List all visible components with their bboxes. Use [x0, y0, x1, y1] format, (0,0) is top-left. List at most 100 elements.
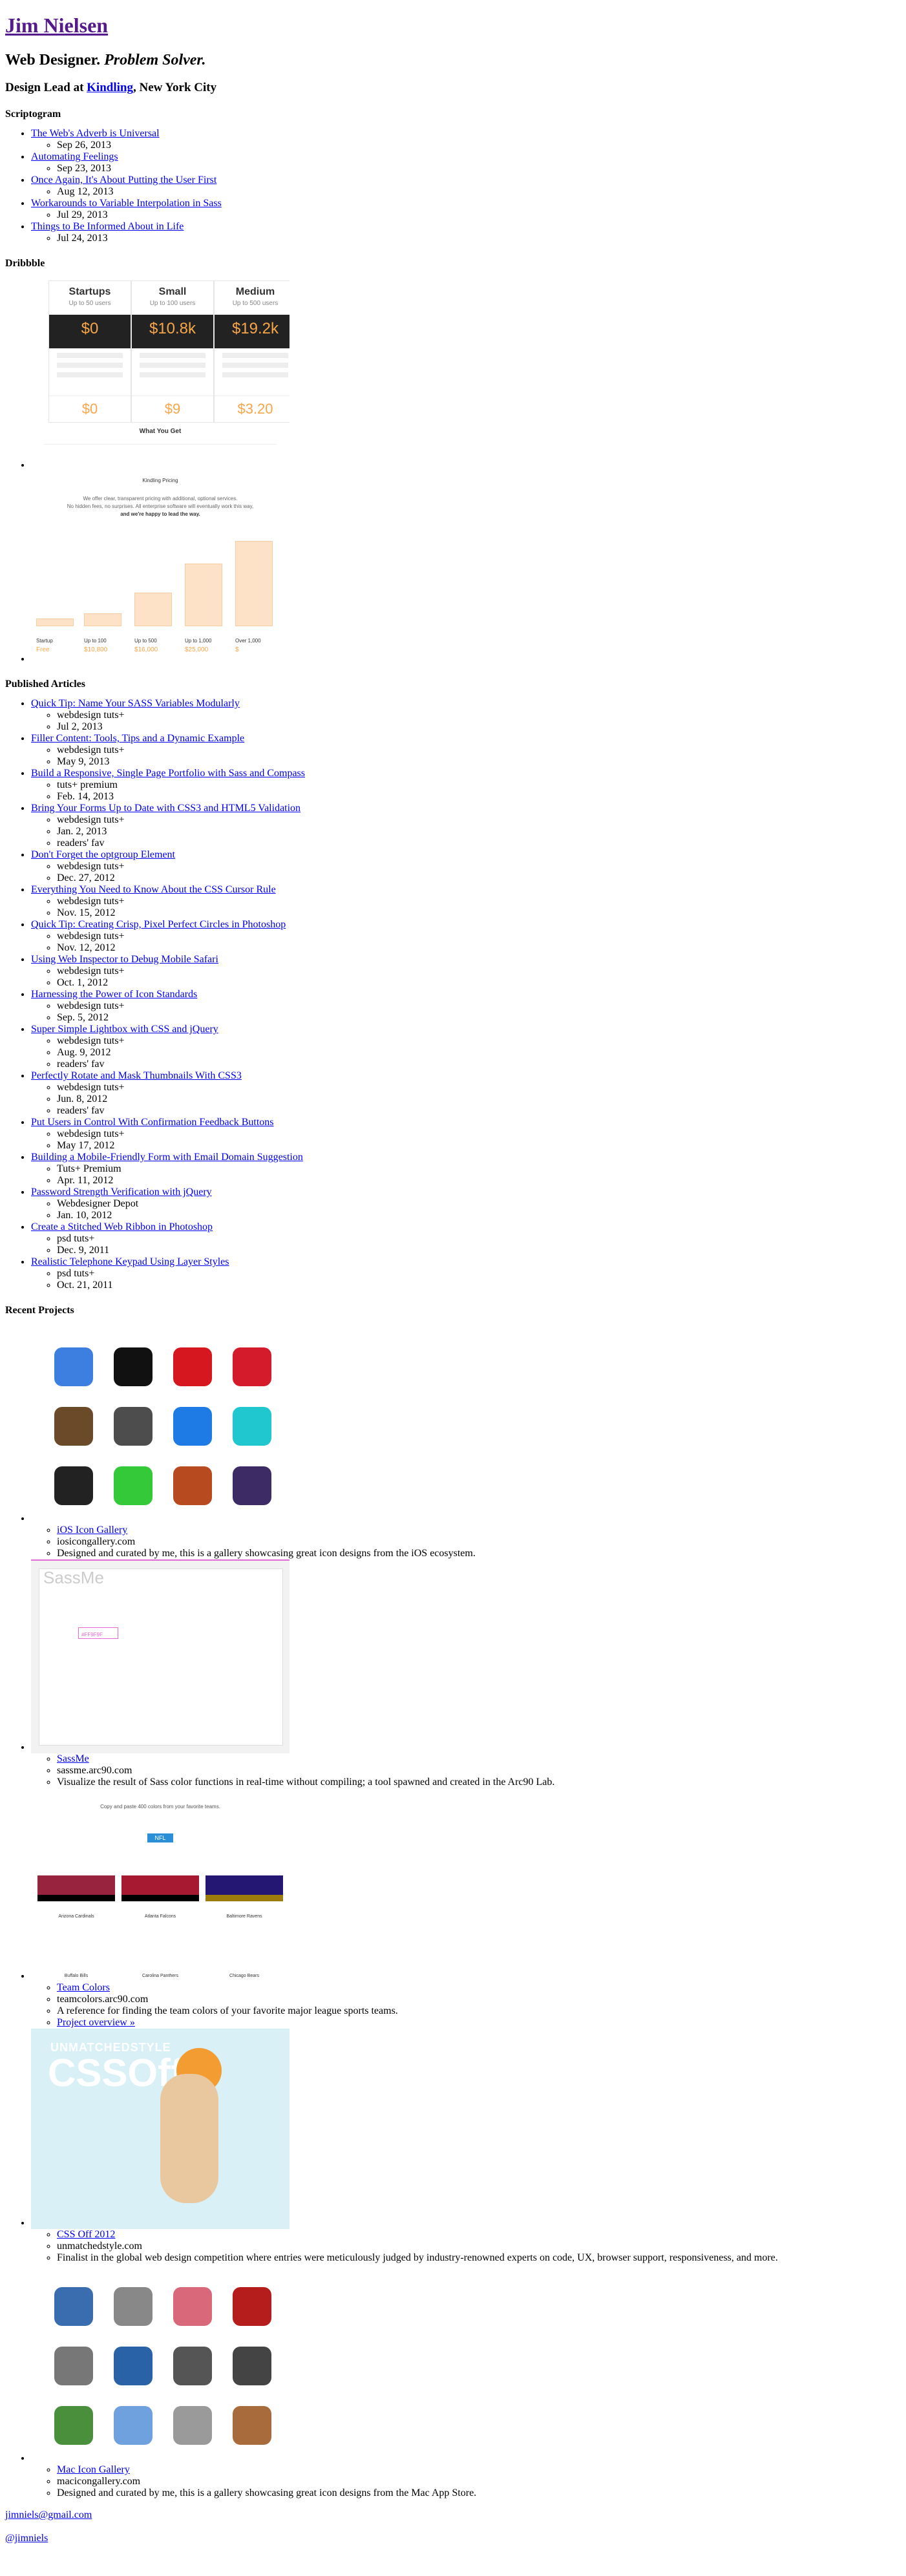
project-title-link[interactable]: iOS Icon Gallery	[57, 1525, 127, 1536]
article-meta: psd tuts+	[57, 1233, 891, 1245]
article-meta: Nov. 15, 2012	[57, 907, 891, 919]
site-title-link[interactable]: Jim Nielsen	[5, 14, 108, 37]
email-link[interactable]: jimniels@gmail.com	[5, 2509, 92, 2520]
app-icon	[173, 2347, 212, 2385]
project-image-link[interactable]: Copy and paste 400 colors from your favo…	[31, 1788, 290, 1982]
article-meta: readers' fav	[57, 1059, 891, 1070]
sassme-screenshot: SassMe #FF9F9F	[31, 1559, 290, 1753]
bar-price: $16,000	[134, 646, 158, 653]
article-title-link[interactable]: Realistic Telephone Keypad Using Layer S…	[31, 1256, 229, 1267]
project-item: Mac Icon Gallery macicongallery.com Desi…	[31, 2264, 891, 2499]
article-meta: Oct. 21, 2011	[57, 1280, 891, 1291]
project-title-link[interactable]: CSS Off 2012	[57, 2229, 115, 2240]
project-meta: CSS Off 2012 unmatchedstyle.com Finalist…	[31, 2229, 891, 2264]
dribbble-shot-bars: Kindling Pricing We offer clear, transpa…	[31, 471, 290, 665]
price-bar	[185, 564, 222, 626]
article-meta: webdesign tuts+	[57, 744, 891, 756]
project-item: UNMATCHEDSTYLE CSSOff CSS Off 2012 unmat…	[31, 2029, 891, 2264]
post-title-link[interactable]: Automating Feelings	[31, 151, 118, 162]
app-icon	[173, 1407, 212, 1446]
article-meta: Dec. 27, 2012	[57, 872, 891, 884]
project-meta: Mac Icon Gallery macicongallery.com Desi…	[31, 2464, 891, 2499]
projects-list: iOS Icon Gallery iosicongallery.com Desi…	[5, 1324, 891, 2499]
article-item: Quick Tip: Creating Crisp, Pixel Perfect…	[31, 919, 891, 954]
project-image-link[interactable]: SassMe #FF9F9F	[31, 1559, 290, 1753]
article-meta: Apr. 11, 2012	[57, 1175, 891, 1187]
pricing-column: Medium Up to 500 users $19.2k $3.20	[214, 280, 290, 423]
league-button: NFL	[147, 1833, 173, 1842]
article-title-link[interactable]: Quick Tip: Name Your SASS Variables Modu…	[31, 698, 240, 709]
twitter-link[interactable]: @jimniels	[5, 2533, 48, 2544]
project-image-link[interactable]: UNMATCHEDSTYLE CSSOff	[31, 2029, 290, 2229]
app-icon	[114, 2406, 153, 2445]
article-item: Quick Tip: Name Your SASS Variables Modu…	[31, 698, 891, 733]
company-link[interactable]: Kindling	[87, 81, 133, 94]
article-meta: psd tuts+	[57, 1268, 891, 1280]
article-title-link[interactable]: Perfectly Rotate and Mask Thumbnails Wit…	[31, 1070, 242, 1081]
site-title: Jim Nielsen	[5, 14, 891, 37]
dribbble-shot-link[interactable]: Startups Up to 50 users $0 $0 Small Up t…	[31, 277, 290, 471]
shot-title: Kindling Pricing	[142, 478, 178, 483]
post-title-link[interactable]: The Web's Adverb is Universal	[31, 128, 160, 139]
project-image-link[interactable]	[31, 2264, 290, 2464]
project-meta: Team Colors teamcolors.arc90.com A refer…	[31, 1982, 891, 2029]
post-date: Jul 29, 2013	[57, 209, 891, 221]
price-bar	[134, 593, 172, 626]
app-icon	[173, 1466, 212, 1505]
app-icon	[233, 1347, 271, 1386]
article-item: Bring Your Forms Up to Date with CSS3 an…	[31, 803, 891, 849]
post-title-link[interactable]: Workarounds to Variable Interpolation in…	[31, 198, 222, 209]
article-title-link[interactable]: Filler Content: Tools, Tips and a Dynami…	[31, 733, 244, 744]
sassme-color-input: #FF9F9F	[78, 1627, 118, 1639]
dribbble-shot-link[interactable]: Kindling Pricing We offer clear, transpa…	[31, 471, 290, 665]
article-meta: webdesign tuts+	[57, 814, 891, 826]
article-title-link[interactable]: Everything You Need to Know About the CS…	[31, 884, 276, 895]
article-title-link[interactable]: Don't Forget the optgroup Element	[31, 849, 175, 860]
article-meta: webdesign tuts+	[57, 861, 891, 872]
pricing-column-price: $19.2k	[215, 315, 290, 348]
post-date: Sep 23, 2013	[57, 163, 891, 174]
article-title-link[interactable]: Put Users in Control With Confirmation F…	[31, 1117, 273, 1128]
dribbble-heading: Dribbble	[5, 258, 45, 269]
icon-grid	[44, 2277, 283, 2455]
project-image-link[interactable]	[31, 1324, 290, 1525]
app-icon	[114, 1347, 153, 1386]
article-title-link[interactable]: Quick Tip: Creating Crisp, Pixel Perfect…	[31, 919, 286, 930]
project-title-link[interactable]: Mac Icon Gallery	[57, 2464, 130, 2475]
bar-price: $	[235, 646, 239, 653]
article-meta: Webdesigner Depot	[57, 1198, 891, 1210]
project-title-link[interactable]: SassMe	[57, 1753, 89, 1764]
scriptogram-post: Things to Be Informed About in LifeJul 2…	[31, 221, 891, 244]
article-title-link[interactable]: Password Strength Verification with jQue…	[31, 1187, 212, 1198]
team-card	[37, 1850, 115, 1901]
price-bar	[36, 618, 74, 626]
project-site: iosicongallery.com	[57, 1536, 891, 1548]
project-site: sassme.arc90.com	[57, 1765, 891, 1777]
app-icon	[54, 2406, 93, 2445]
article-title-link[interactable]: Building a Mobile-Friendly Form with Ema…	[31, 1152, 303, 1163]
team-name: Chicago Bears	[229, 1974, 259, 1978]
article-meta: webdesign tuts+	[57, 710, 891, 721]
article-title-link[interactable]: Build a Responsive, Single Page Portfoli…	[31, 768, 305, 779]
post-title-link[interactable]: Once Again, It's About Putting the User …	[31, 174, 216, 185]
project-title-link[interactable]: Team Colors	[57, 1982, 110, 1993]
project-desc: A reference for finding the team colors …	[57, 2005, 891, 2017]
page: Jim Nielsen Web Designer. Problem Solver…	[0, 0, 896, 2544]
pricing-column: Startups Up to 50 users $0 $0	[48, 280, 131, 423]
article-meta: readers' fav	[57, 838, 891, 849]
article-title-link[interactable]: Harnessing the Power of Icon Standards	[31, 989, 197, 1000]
article-title-link[interactable]: Super Simple Lightbox with CSS and jQuer…	[31, 1024, 218, 1035]
post-date: Sep 26, 2013	[57, 140, 891, 151]
teamcolors-screenshot: Copy and paste 400 colors from your favo…	[31, 1788, 290, 1982]
app-icon	[54, 2347, 93, 2385]
article-item: Filler Content: Tools, Tips and a Dynami…	[31, 733, 891, 768]
role-suffix: , New York City	[132, 81, 217, 94]
pricing-column-title: Startups	[68, 286, 111, 297]
article-title-link[interactable]: Bring Your Forms Up to Date with CSS3 an…	[31, 803, 300, 814]
post-title-link[interactable]: Things to Be Informed About in Life	[31, 221, 184, 232]
article-title-link[interactable]: Using Web Inspector to Debug Mobile Safa…	[31, 954, 218, 965]
article-meta: webdesign tuts+	[57, 966, 891, 977]
project-overview-link[interactable]: Project overview »	[57, 2017, 135, 2028]
article-title-link[interactable]: Create a Stitched Web Ribbon in Photosho…	[31, 1221, 213, 1232]
article-meta: Dec. 9, 2011	[57, 1245, 891, 1256]
